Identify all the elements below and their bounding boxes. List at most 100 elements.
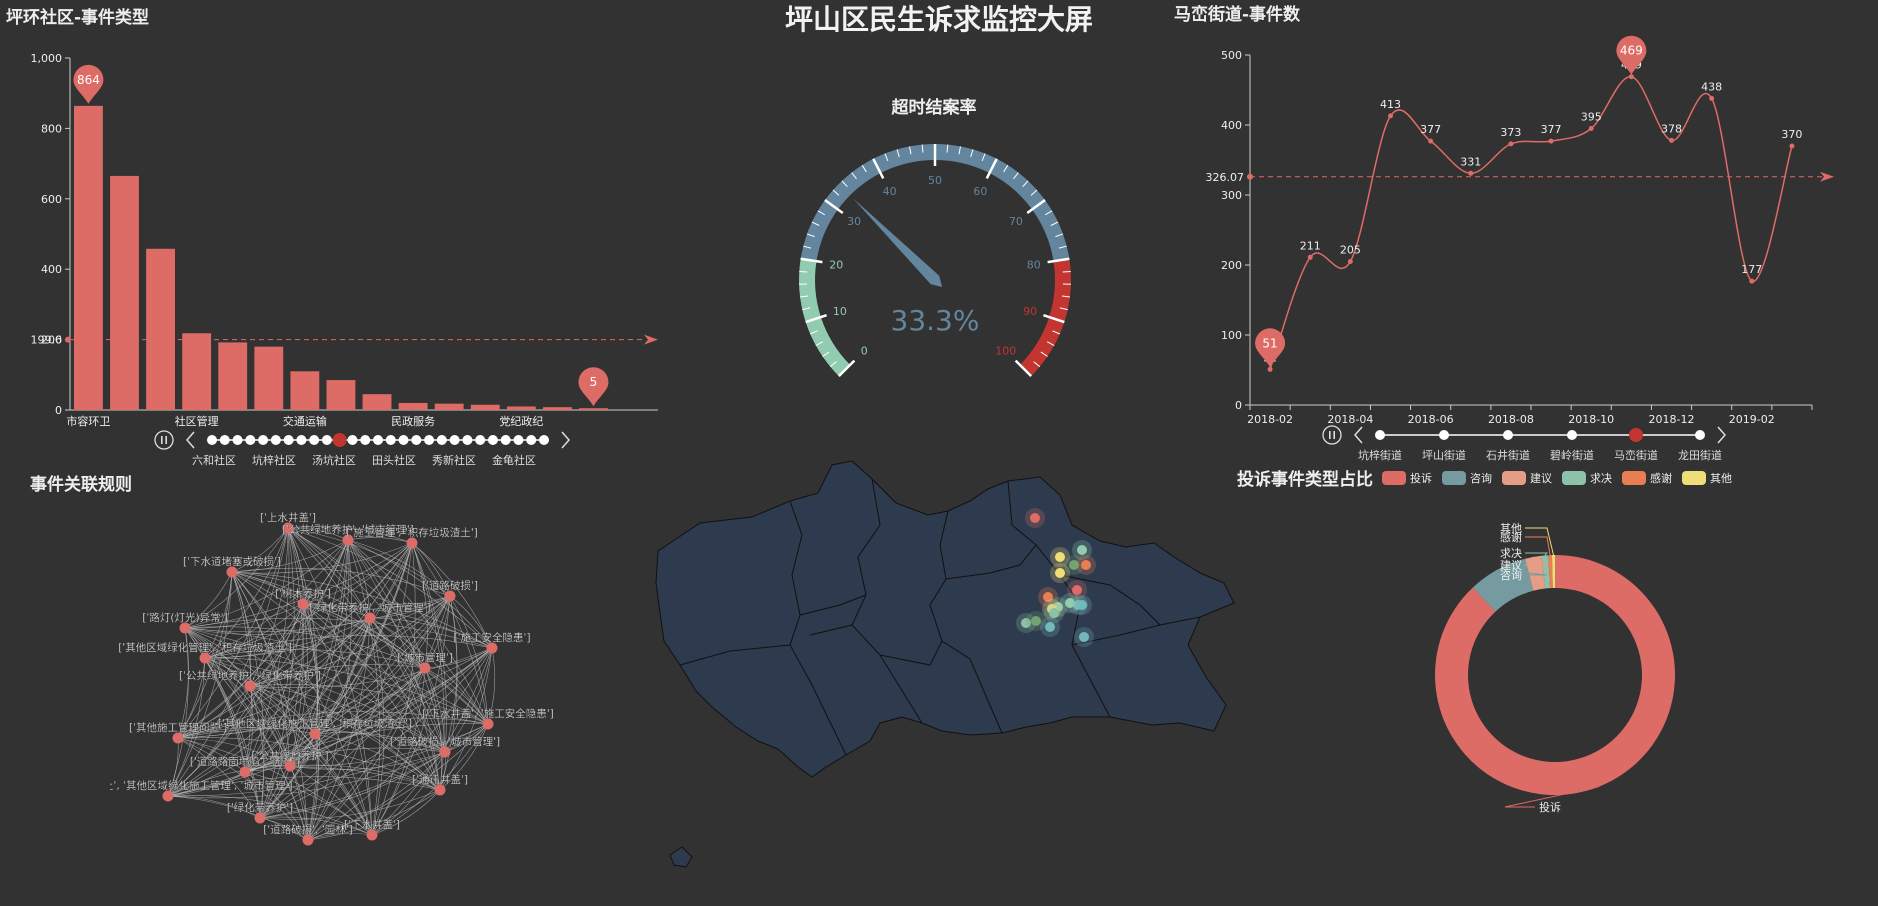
map-point[interactable]: [1077, 600, 1087, 610]
graph-node[interactable]: [244, 680, 256, 692]
pie-slice[interactable]: [1435, 555, 1675, 795]
bar[interactable]: [542, 407, 572, 410]
bar-timeline-node[interactable]: [245, 435, 256, 445]
bar-timeline-node[interactable]: [360, 435, 371, 445]
bar-timeline-node[interactable]: [424, 435, 435, 445]
map-point[interactable]: [1077, 545, 1087, 555]
pie-legend-swatch[interactable]: [1502, 471, 1526, 485]
graph-node[interactable]: [366, 829, 378, 841]
graph-node[interactable]: [297, 598, 309, 610]
bar[interactable]: [362, 394, 392, 410]
bar[interactable]: [146, 248, 176, 410]
bar-timeline-node[interactable]: [385, 435, 396, 445]
line-prev-button[interactable]: [1354, 426, 1363, 444]
bar-timeline-node[interactable]: [487, 435, 498, 445]
bar-timeline-label[interactable]: 田头社区: [372, 453, 416, 467]
pie-legend-label[interactable]: 感谢: [1650, 471, 1672, 485]
graph-node[interactable]: [406, 537, 418, 549]
graph-node[interactable]: [364, 612, 376, 624]
map-point[interactable]: [1055, 568, 1065, 578]
map-point[interactable]: [1031, 616, 1041, 626]
line-timeline-node[interactable]: [1439, 430, 1449, 440]
bar[interactable]: [470, 404, 500, 410]
graph-node[interactable]: [439, 746, 451, 758]
bar-timeline-node[interactable]: [207, 435, 217, 445]
bar-timeline-node[interactable]: [232, 435, 243, 445]
bar-timeline-node[interactable]: [539, 435, 549, 445]
bar[interactable]: [218, 342, 248, 410]
pie-legend-swatch[interactable]: [1442, 471, 1466, 485]
line-point[interactable]: [1468, 170, 1474, 176]
graph-node[interactable]: [302, 834, 314, 846]
bar[interactable]: [290, 371, 320, 410]
bar[interactable]: [182, 333, 212, 410]
pie-legend-swatch[interactable]: [1622, 471, 1646, 485]
pie-legend-swatch[interactable]: [1682, 471, 1706, 485]
graph-node[interactable]: [444, 590, 456, 602]
bar-next-button[interactable]: [561, 431, 570, 449]
pie-legend-label[interactable]: 其他: [1710, 472, 1732, 485]
bar[interactable]: [254, 346, 284, 410]
graph-node[interactable]: [239, 766, 251, 778]
line-point[interactable]: [1508, 141, 1514, 147]
line-timeline-node[interactable]: [1375, 430, 1385, 440]
bar-timeline-label[interactable]: 秀新社区: [432, 453, 476, 467]
line-point[interactable]: [1347, 259, 1353, 264]
graph-node[interactable]: [226, 566, 238, 578]
bar-timeline-node[interactable]: [321, 435, 332, 445]
graph-node[interactable]: [486, 642, 498, 654]
bar-prev-button[interactable]: [186, 431, 195, 449]
map-point[interactable]: [1079, 632, 1089, 642]
graph-node[interactable]: [254, 812, 266, 824]
graph-node[interactable]: [284, 760, 296, 772]
line-point[interactable]: [1709, 95, 1715, 101]
bar-timeline-node[interactable]: [449, 435, 460, 445]
bar-timeline-node[interactable]: [513, 435, 524, 445]
bar[interactable]: [398, 402, 428, 410]
pie-legend-label[interactable]: 求决: [1590, 472, 1612, 485]
line-point[interactable]: [1789, 143, 1795, 149]
line-point[interactable]: [1267, 366, 1273, 372]
graph-node[interactable]: [179, 622, 191, 634]
bar-timeline-node[interactable]: [309, 435, 320, 445]
line-point[interactable]: [1388, 113, 1393, 119]
pie-legend-label[interactable]: 咨询: [1470, 471, 1492, 485]
line-point[interactable]: [1588, 126, 1594, 131]
line-timeline-node[interactable]: [1695, 430, 1705, 440]
bar[interactable]: [326, 380, 356, 410]
pie-legend-label[interactable]: 投诉: [1410, 471, 1432, 485]
map-point[interactable]: [1049, 608, 1059, 618]
bar[interactable]: [110, 175, 139, 410]
pie-legend-swatch[interactable]: [1562, 471, 1586, 485]
map-point[interactable]: [1081, 560, 1091, 570]
graph-node[interactable]: [419, 662, 431, 674]
pie-legend-swatch[interactable]: [1382, 471, 1406, 485]
line-point[interactable]: [1749, 278, 1755, 284]
graph-node[interactable]: [199, 652, 211, 664]
bar[interactable]: [579, 408, 608, 410]
graph-node[interactable]: [172, 732, 184, 744]
line-point[interactable]: [1669, 137, 1674, 143]
bar-timeline-node[interactable]: [283, 435, 294, 445]
bar[interactable]: [434, 403, 464, 410]
bar-timeline-node[interactable]: [296, 435, 307, 445]
bar-timeline-node[interactable]: [373, 435, 383, 445]
map-point[interactable]: [1030, 513, 1040, 523]
map-region-outline[interactable]: [655, 460, 1235, 778]
graph-node[interactable]: [434, 784, 446, 796]
line-point[interactable]: [1428, 138, 1434, 144]
bar-timeline-node[interactable]: [500, 435, 511, 445]
bar-timeline-node[interactable]: [411, 435, 422, 445]
line-timeline-node[interactable]: [1567, 430, 1577, 440]
bar-timeline-node[interactable]: [270, 435, 281, 445]
bar-timeline-node[interactable]: [398, 435, 409, 445]
bar[interactable]: [74, 105, 103, 410]
line-timeline-current[interactable]: [1629, 428, 1643, 442]
line-timeline-node[interactable]: [1503, 430, 1513, 440]
bar-timeline-node[interactable]: [347, 435, 358, 445]
bar-timeline-node[interactable]: [475, 435, 486, 445]
line-next-button[interactable]: [1717, 426, 1726, 444]
map-point[interactable]: [1072, 585, 1082, 595]
pie-legend-label[interactable]: 建议: [1530, 471, 1552, 485]
map-point[interactable]: [1045, 622, 1055, 632]
